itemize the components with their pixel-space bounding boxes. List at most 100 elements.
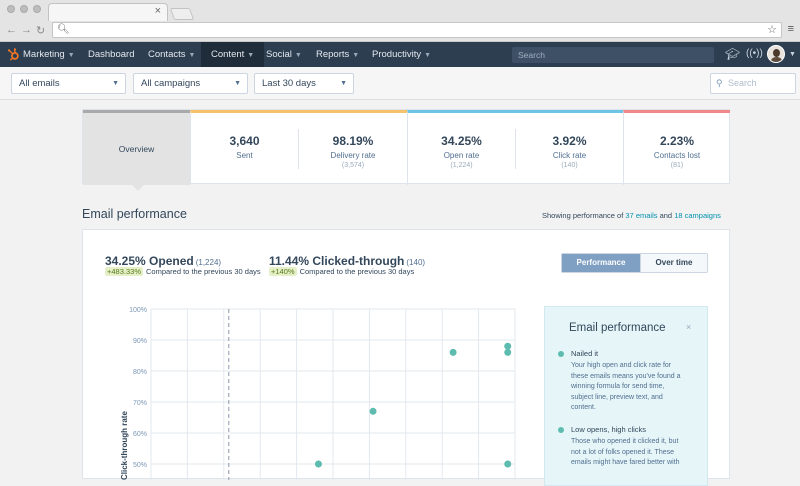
browser-chrome: × ← → ↻ 🔍︎ ☆ ≡: [0, 0, 800, 42]
new-tab-button[interactable]: [169, 8, 195, 20]
date-range-select[interactable]: Last 30 days ▼: [254, 73, 354, 94]
nav-social[interactable]: Social ▼: [266, 42, 302, 67]
stat-count: (140): [561, 162, 578, 169]
stat-count: (81): [670, 162, 684, 169]
browser-menu-icon[interactable]: ≡: [788, 23, 794, 35]
overview-pointer: [131, 184, 145, 191]
info-title: Email performance: [569, 322, 666, 334]
chevron-down-icon: ▼: [340, 80, 347, 87]
hubspot-logo-icon[interactable]: [7, 48, 20, 61]
engagement-stat-group: 34.25% Open rate (1,224) 3.92% Click rat…: [407, 110, 623, 185]
teal-bullet-icon: [558, 427, 564, 433]
chevron-down-icon: ▼: [188, 52, 196, 59]
scatter-point[interactable]: [314, 460, 322, 468]
stat-label: Click rate: [552, 151, 587, 160]
info-item-heading: Low opens, high clicks: [571, 425, 647, 434]
stat-value: 3.92%: [552, 134, 587, 148]
nav-reports-label: Reports: [316, 49, 350, 60]
nav-contacts-label: Contacts: [148, 49, 186, 60]
maximize-window-button[interactable]: [33, 5, 41, 13]
campaigns-filter-select[interactable]: All campaigns ▼: [133, 73, 248, 94]
nav-search-input[interactable]: Search: [512, 47, 714, 63]
y-tick-label: 50%: [133, 462, 147, 469]
y-axis-ticks: 100% 90% 80% 70% 60% 50%: [129, 307, 147, 469]
scatter-point[interactable]: [504, 342, 512, 350]
scatter-point[interactable]: [369, 407, 377, 415]
app-nav: Marketing ▼ Dashboard Contacts ▼ Content ▼ …: [0, 42, 800, 67]
page-icon: 🔍︎: [57, 24, 70, 35]
info-item-text: Your high open and click rate for these …: [571, 361, 699, 414]
address-bar[interactable]: 🔍︎ ☆: [52, 22, 782, 38]
back-icon[interactable]: ←: [6, 24, 17, 36]
avatar[interactable]: [767, 45, 785, 63]
scatter-point[interactable]: [504, 460, 512, 468]
browser-tab[interactable]: ×: [48, 3, 168, 21]
stat-click-rate[interactable]: 3.92% Click rate (140): [516, 113, 623, 185]
stat-open-rate[interactable]: 34.25% Open rate (1,224): [408, 113, 515, 185]
stat-value: 98.19%: [332, 134, 374, 148]
date-range-value: Last 30 days: [262, 78, 316, 89]
info-line: these emails means you've found a: [571, 372, 681, 380]
forward-icon[interactable]: →: [21, 24, 32, 36]
note-mid: and: [657, 211, 675, 220]
stat-label: Open rate: [443, 151, 480, 160]
nav-reports[interactable]: Reports ▼: [316, 42, 359, 67]
info-line: subject line, preview text, and: [571, 393, 663, 401]
info-line: content.: [571, 404, 596, 411]
y-tick-label: 100%: [129, 307, 147, 314]
stat-label: Contacts lost: [653, 151, 701, 160]
info-line: not a lot of folks opened it. These: [571, 448, 674, 456]
performance-panel: 34.25% Opened (1,224) +483.33% Compared to…: [82, 229, 730, 486]
chevron-down-icon[interactable]: ▼: [789, 51, 796, 58]
nav-content[interactable]: Content ▼: [201, 42, 265, 67]
stat-label: Sent: [236, 151, 253, 160]
stat-count: (3,574): [341, 162, 365, 169]
broadcast-icon[interactable]: ((•)): [746, 48, 763, 59]
academy-cap-icon[interactable]: 🎓︎: [725, 47, 740, 61]
nav-dashboard[interactable]: Dashboard: [88, 42, 134, 67]
tab-close-icon[interactable]: ×: [155, 5, 161, 17]
chart-grid: [150, 308, 516, 480]
stat-delivery-rate[interactable]: 98.19% Delivery rate (3,574): [299, 113, 407, 185]
nav-marketing[interactable]: Marketing ▼: [23, 42, 75, 67]
nav-productivity[interactable]: Productivity ▼: [372, 42, 431, 67]
teal-bullet-icon: [558, 351, 564, 357]
campaigns-link[interactable]: 18 campaigns: [674, 211, 721, 220]
overview-label: Overview: [118, 144, 155, 154]
window-controls: [7, 5, 41, 13]
delivery-stat-group: 3,640 Sent 98.19% Delivery rate (3,574): [190, 110, 407, 185]
chevron-down-icon: ▼: [67, 52, 75, 59]
overview-tab[interactable]: Overview: [83, 110, 190, 185]
scatter-point[interactable]: [449, 348, 457, 356]
stats-summary: Overview 3,640 Sent 98.19% Delivery rate…: [82, 109, 730, 191]
scatter-point[interactable]: [504, 348, 512, 356]
stat-count: (1,224): [450, 162, 473, 169]
chevron-down-icon: ▼: [112, 80, 119, 87]
y-axis-label: Click-through rate: [120, 411, 129, 480]
emails-filter-select[interactable]: All emails ▼: [11, 73, 126, 94]
search-icon: ⚲: [716, 78, 723, 88]
close-icon[interactable]: ×: [686, 322, 691, 332]
stat-sent[interactable]: 3,640 Sent: [191, 113, 298, 185]
filter-search-input[interactable]: ⚲ Search: [710, 73, 796, 94]
nav-dashboard-label: Dashboard: [88, 49, 135, 60]
chevron-down-icon: ▼: [247, 52, 255, 59]
info-line: winning formula for send time,: [571, 383, 665, 390]
stat-value: 3,640: [229, 134, 260, 148]
stat-contacts-lost[interactable]: 2.23% Contacts lost (81): [624, 113, 730, 185]
minimize-window-button[interactable]: [20, 5, 28, 13]
emails-link[interactable]: 37 emails: [625, 211, 657, 220]
section-title: Email performance: [82, 207, 187, 221]
bookmark-star-icon[interactable]: ☆: [767, 23, 777, 36]
y-tick-label: 90%: [133, 338, 147, 345]
chart-points: [314, 342, 512, 468]
nav-content-label: Content: [211, 49, 245, 60]
info-item-text: Those who opened it clicked it, but not …: [571, 437, 699, 469]
nav-contacts[interactable]: Contacts ▼: [148, 42, 195, 67]
emails-filter-value: All emails: [19, 78, 60, 89]
note-prefix: Showing performance of: [542, 211, 626, 220]
y-tick-label: 60%: [133, 431, 147, 438]
close-window-button[interactable]: [7, 5, 15, 13]
reload-icon[interactable]: ↻: [36, 24, 45, 37]
info-line: Your high open and click rate for: [571, 362, 672, 369]
